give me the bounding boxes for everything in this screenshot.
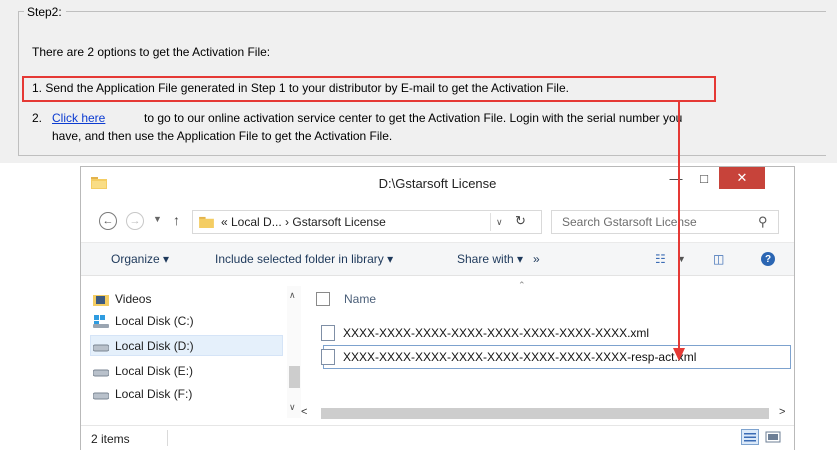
close-button[interactable]: ✕: [719, 167, 765, 189]
file-row[interactable]: XXXX-XXXX-XXXX-XXXX-XXXX-XXXX-XXXX-XXXX-…: [321, 346, 696, 368]
drive-icon: [93, 344, 109, 351]
maximize-button[interactable]: □: [690, 167, 718, 189]
option1-text: 1. Send the Application File generated i…: [32, 81, 569, 95]
scroll-left-chevron-icon[interactable]: <: [301, 406, 307, 418]
recent-locations-chevron-icon[interactable]: ▼: [153, 214, 162, 224]
preview-pane-icon[interactable]: ◫: [713, 252, 724, 266]
status-separator: [167, 430, 168, 446]
forward-button[interactable]: →: [126, 212, 144, 230]
organize-menu[interactable]: Organize ▾: [111, 252, 169, 266]
refresh-icon[interactable]: ↻: [515, 213, 526, 229]
nav-item-local-disk-d[interactable]: Local Disk (D:): [93, 336, 194, 356]
title-bar[interactable]: D:\Gstarsoft License — □ ✕: [81, 167, 794, 200]
explorer-window: D:\Gstarsoft License — □ ✕ ← → ▼ ↑ « Loc…: [80, 166, 795, 450]
large-icons-view-icon[interactable]: [764, 429, 782, 445]
xml-file-icon: [321, 349, 335, 365]
step2-legend: Step2:: [24, 5, 66, 19]
videos-folder-icon: [93, 294, 109, 306]
address-dropdown-chevron-icon[interactable]: ∨: [496, 217, 503, 228]
nav-item-local-disk-c[interactable]: Local Disk (C:): [93, 311, 194, 331]
view-dropdown-chevron-icon[interactable]: ▼: [677, 254, 686, 264]
sort-ascending-chevron-icon: ⌃: [518, 280, 526, 290]
column-header-label: Name: [344, 292, 377, 306]
change-view-icon[interactable]: ☷: [655, 252, 666, 266]
scroll-up-chevron-icon[interactable]: ∧: [289, 290, 296, 301]
nav-item-local-disk-f[interactable]: Local Disk (F:): [93, 384, 192, 404]
horizontal-scrollbar-thumb[interactable]: [321, 408, 769, 419]
xml-file-icon: [321, 325, 335, 341]
minimize-button[interactable]: —: [662, 167, 690, 189]
search-input[interactable]: Search Gstarsoft License ⚲: [551, 210, 779, 234]
option2-text: to go to our online activation service c…: [144, 111, 683, 125]
file-row[interactable]: XXXX-XXXX-XXXX-XXXX-XXXX-XXXX-XXXX-XXXX.…: [321, 322, 649, 344]
nav-pane-scrollbar[interactable]: ∧ ∨: [287, 286, 301, 418]
address-path: « Local D... › Gstarsoft License: [221, 215, 386, 229]
minimize-icon: —: [669, 170, 683, 186]
nav-item-videos[interactable]: Videos: [93, 289, 151, 309]
scrollbar-thumb[interactable]: [289, 366, 300, 388]
status-bar: 2 items: [81, 425, 794, 451]
address-separator: [490, 213, 491, 231]
help-icon[interactable]: ?: [761, 252, 775, 266]
address-row: ← → ▼ ↑ « Local D... › Gstarsoft License…: [81, 207, 794, 237]
windows-drive-icon: [93, 314, 109, 328]
drive-icon: [93, 392, 109, 399]
file-name: XXXX-XXXX-XXXX-XXXX-XXXX-XXXX-XXXX-XXXX.…: [343, 326, 650, 340]
nav-item-local-disk-e[interactable]: Local Disk (E:): [93, 361, 193, 381]
click-here-link[interactable]: Click here: [52, 111, 105, 125]
option2-text-line2: have, and then use the Application File …: [52, 129, 393, 143]
include-in-library-menu[interactable]: Include selected folder in library ▾: [215, 252, 393, 266]
nav-item-label: Videos: [115, 292, 152, 306]
nav-item-label: Local Disk (D:): [115, 339, 194, 353]
search-icon[interactable]: ⚲: [758, 214, 768, 230]
forward-arrow-icon: →: [129, 215, 141, 227]
more-commands-button[interactable]: »: [533, 252, 540, 266]
scroll-right-chevron-icon[interactable]: >: [779, 406, 785, 418]
select-all-checkbox[interactable]: [316, 292, 330, 306]
nav-item-label: Local Disk (E:): [115, 364, 194, 378]
close-icon: ✕: [736, 170, 748, 185]
horizontal-scrollbar[interactable]: < >: [295, 405, 794, 421]
drive-icon: [93, 369, 109, 376]
address-folder-icon: [199, 216, 214, 228]
nav-item-label: Local Disk (F:): [115, 387, 193, 401]
option2-number: 2.: [32, 111, 43, 125]
column-header-name[interactable]: Name: [316, 292, 376, 306]
share-with-menu[interactable]: Share with ▾: [457, 252, 523, 266]
back-arrow-icon: ←: [102, 215, 114, 227]
navigation-pane: Videos Local Disk (C:) Local Disk (D:) L…: [81, 286, 286, 418]
file-name: XXXX-XXXX-XXXX-XXXX-XXXX-XXXX-XXXX-XXXX-…: [343, 350, 697, 364]
item-count: 2 items: [91, 432, 130, 446]
address-bar[interactable]: « Local D... › Gstarsoft License ∨ ↻: [192, 210, 542, 234]
nav-item-label: Local Disk (C:): [115, 314, 194, 328]
details-view-icon[interactable]: [741, 429, 759, 445]
up-arrow-icon[interactable]: ↑: [173, 212, 180, 228]
step2-intro-text: There are 2 options to get the Activatio…: [32, 45, 271, 59]
step2-panel: Step2: There are 2 options to get the Ac…: [0, 0, 837, 163]
search-placeholder: Search Gstarsoft License: [562, 215, 697, 229]
back-button[interactable]: ←: [99, 212, 117, 230]
command-bar: Organize ▾ Include selected folder in li…: [81, 242, 794, 276]
maximize-icon: □: [700, 170, 708, 186]
